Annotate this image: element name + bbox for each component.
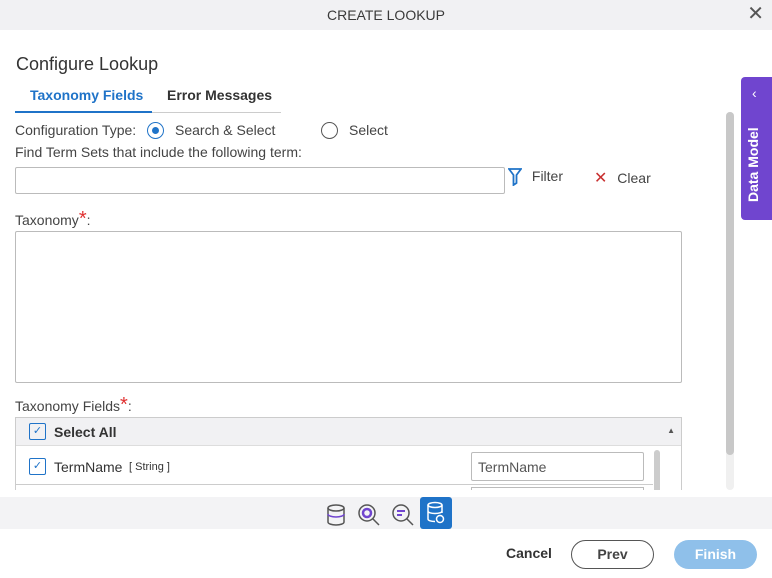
chevron-left-icon: ‹: [752, 85, 757, 101]
grid-header: ✓ Select All ▲: [16, 418, 681, 446]
required-mark: *: [78, 208, 87, 230]
select-all-label: Select All: [54, 424, 117, 440]
radio-search-select[interactable]: [147, 122, 164, 139]
taxonomy-fields-grid: ✓ Select All ▲ ✓ TermName [ String ]: [15, 417, 682, 490]
tab-error-messages[interactable]: Error Messages: [167, 87, 272, 103]
clear-label: Clear: [617, 170, 651, 186]
active-tab-indicator: [15, 111, 152, 113]
tab-bar: Taxonomy Fields Error Messages: [15, 84, 281, 113]
taxonomy-fields-label: Taxonomy Fields*:: [15, 394, 132, 416]
prev-button[interactable]: Prev: [571, 540, 654, 569]
collapse-arrow-icon[interactable]: ▲: [667, 426, 675, 435]
filter-button[interactable]: Filter: [507, 168, 564, 187]
field-checkbox[interactable]: ✓: [29, 458, 46, 475]
main-scrollbar-thumb[interactable]: [726, 112, 734, 455]
tab-taxonomy-fields[interactable]: Taxonomy Fields: [30, 87, 143, 103]
data-model-panel-toggle[interactable]: ‹ Data Model: [741, 77, 772, 220]
radio-search-select-label[interactable]: Search & Select: [175, 122, 275, 138]
field-display-input[interactable]: [471, 487, 644, 490]
radio-select-label[interactable]: Select: [349, 122, 388, 138]
data-model-label: Data Model: [745, 127, 761, 202]
grid-scrollbar[interactable]: [654, 450, 660, 490]
search-filter-icon[interactable]: [387, 500, 419, 530]
search-settings-icon[interactable]: [353, 500, 385, 530]
dialog-title: CREATE LOOKUP: [327, 7, 445, 23]
close-icon[interactable]: ✕: [747, 4, 764, 24]
field-row: ✓ TermName [ String ]: [16, 446, 653, 485]
required-mark: *: [120, 394, 128, 416]
database-icon[interactable]: [320, 500, 352, 530]
dialog-title-bar: CREATE LOOKUP: [0, 0, 772, 30]
taxonomy-list[interactable]: [15, 231, 682, 383]
radio-select[interactable]: [321, 122, 338, 139]
filter-icon: [507, 168, 523, 187]
clear-button[interactable]: ✕ Clear: [594, 168, 651, 188]
cancel-button[interactable]: Cancel: [500, 540, 558, 569]
taxonomy-label: Taxonomy*:: [15, 208, 91, 230]
bottom-toolbar: [0, 497, 772, 529]
page-title: Configure Lookup: [16, 54, 159, 74]
select-all-checkbox[interactable]: ✓: [29, 423, 46, 440]
field-display-input[interactable]: [471, 452, 644, 481]
filter-label: Filter: [531, 168, 564, 184]
configuration-type-label: Configuration Type:: [15, 122, 137, 138]
field-name: TermName: [54, 459, 123, 475]
clear-icon: ✕: [594, 170, 608, 187]
field-type: [ String ]: [129, 461, 170, 473]
finish-button[interactable]: Finish: [674, 540, 757, 569]
find-term-input[interactable]: [15, 167, 505, 194]
find-term-label: Find Term Sets that include the followin…: [15, 144, 302, 160]
database-settings-icon[interactable]: [420, 497, 452, 529]
